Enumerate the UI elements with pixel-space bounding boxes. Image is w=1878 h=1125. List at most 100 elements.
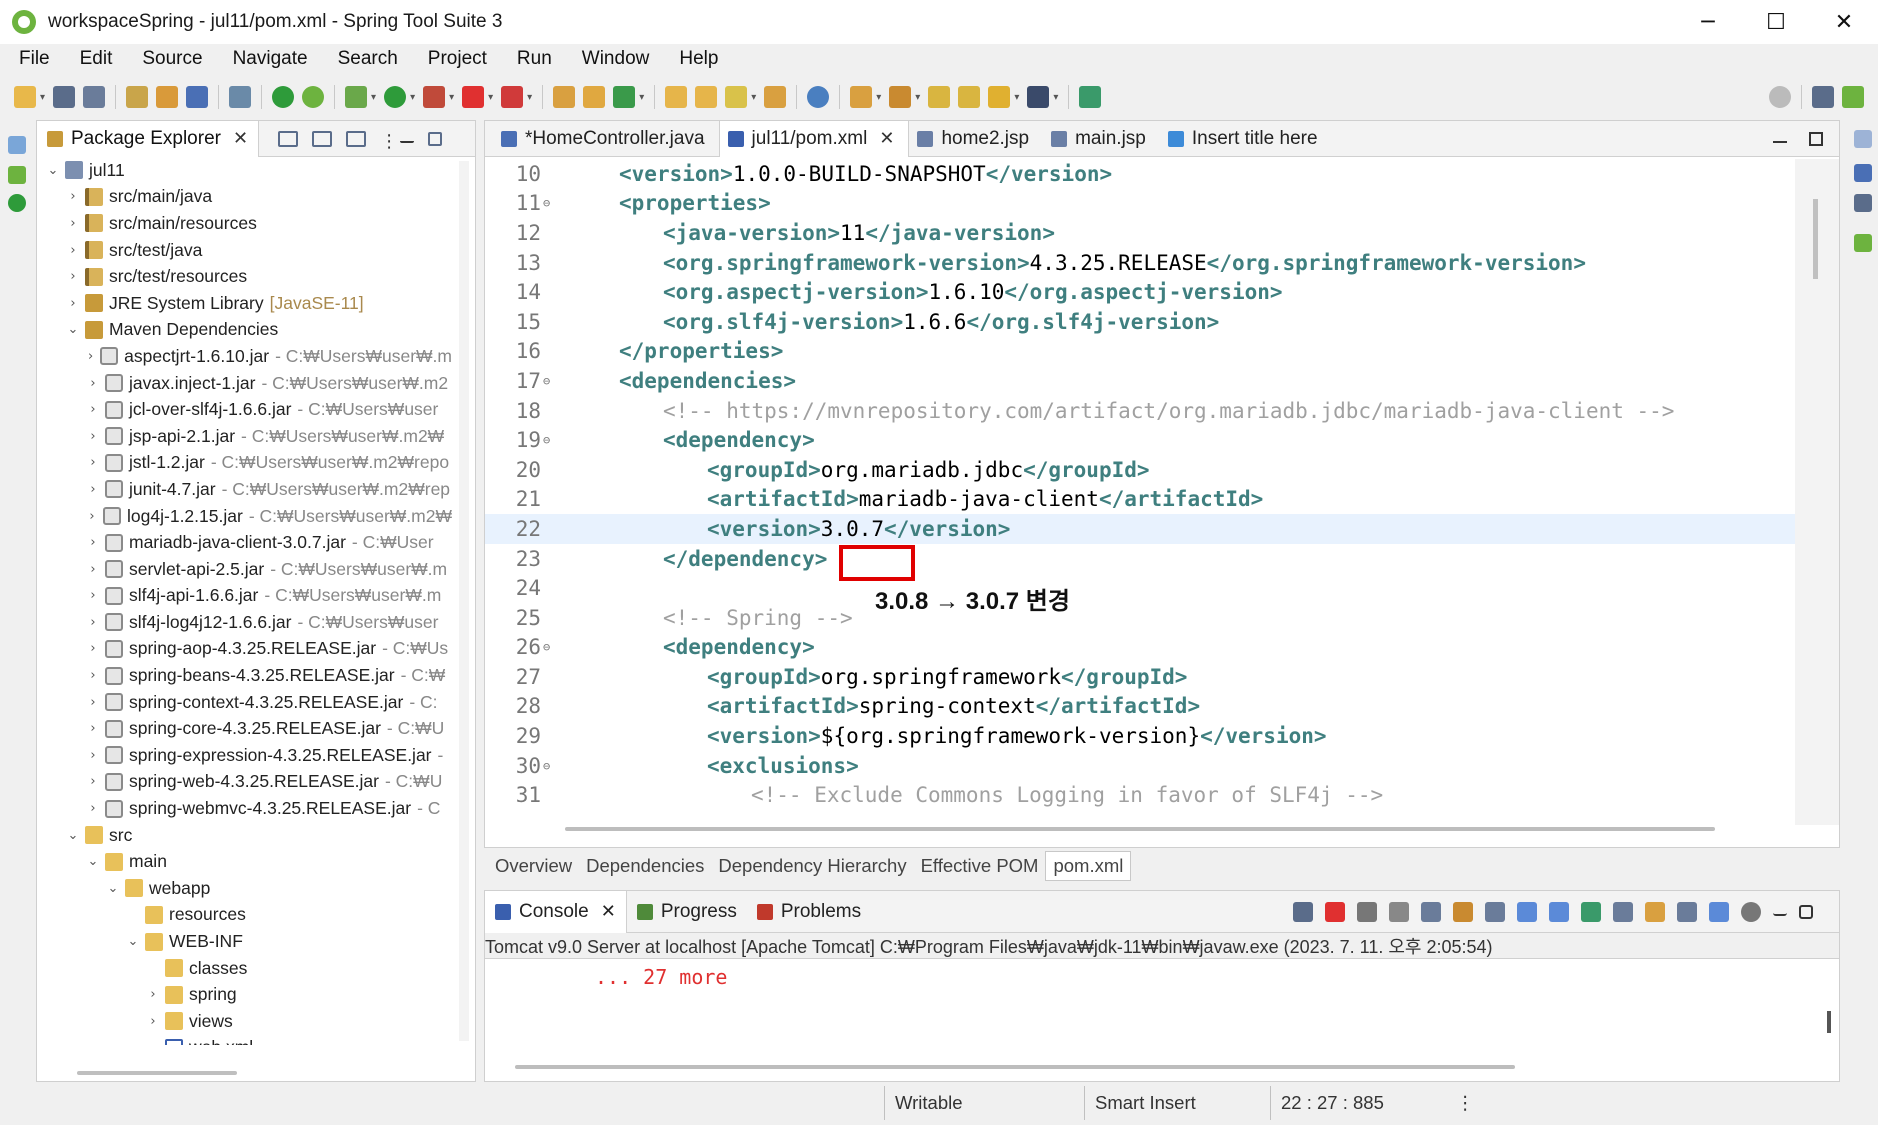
pin-console-icon[interactable] [1581,901,1601,922]
code-line[interactable]: 28 <artifactId>spring-context</artifactId… [485,692,1795,722]
tree-item[interactable]: ⌄ Maven Dependencies [37,317,452,344]
code-line[interactable]: 27 <groupId>org.springframework</groupId> [485,662,1795,692]
code-editor[interactable]: 10 <version>1.0.0-BUILD-SNAPSHOT</version… [485,159,1795,825]
code-line[interactable]: 19 ⊖ <dependency> [485,425,1795,455]
open-file-icon[interactable] [695,86,718,108]
close-window-button[interactable]: ✕ [1810,0,1878,44]
skip-breakpoints-icon[interactable] [229,86,252,108]
collapsed-chevron-icon[interactable]: › [85,562,101,577]
fold-toggle-icon[interactable]: ⊖ [543,433,555,447]
collapsed-chevron-icon[interactable]: › [85,482,101,497]
package-explorer-vertical-scrollbar[interactable] [459,161,469,1041]
search-icon[interactable] [1769,86,1791,108]
new-class-icon[interactable] [613,86,636,108]
tab-effective-pom[interactable]: Effective POM [914,851,1046,881]
tree-item[interactable]: web.xml [37,1035,452,1045]
maximize-view-icon[interactable] [428,131,443,146]
console-horizontal-scrollbar[interactable] [515,1065,1515,1069]
expanded-chevron-icon[interactable]: ⌄ [45,163,61,178]
open-folder-icon[interactable] [665,86,688,108]
collapsed-chevron-icon[interactable]: › [145,1014,161,1029]
terminal-icon[interactable] [186,86,209,108]
save-all-icon[interactable] [83,86,106,108]
new-icon[interactable] [14,86,36,108]
forward-edit-icon[interactable] [958,86,981,108]
tab-overview[interactable]: Overview [488,851,579,881]
outline-minimized-icon[interactable] [1854,164,1872,182]
expanded-chevron-icon[interactable]: ⌄ [65,322,81,337]
tree-item[interactable]: › servlet-api-2.5.jar - C:₩Users₩user₩.m [37,556,452,583]
back-arrow-icon[interactable] [988,86,1011,108]
servers-minimized-icon[interactable] [8,194,26,212]
external-dropdown-icon[interactable]: ▾ [449,92,454,103]
close-icon[interactable]: ✕ [601,901,616,922]
maximize-editor-icon[interactable] [1809,131,1823,146]
code-line[interactable]: 25 <!-- Spring --> [485,603,1795,633]
debug-dropdown-icon[interactable]: ▾ [371,92,376,103]
editor-tab[interactable]: *HomeController.java [493,121,719,157]
highlight-icon[interactable] [1709,901,1729,922]
tab-progress[interactable]: Progress [627,891,747,933]
status-more-icon[interactable]: ⋮ [1446,1086,1486,1120]
menu-project[interactable]: Project [413,48,502,70]
menu-navigate[interactable]: Navigate [218,48,323,70]
close-icon[interactable]: ✕ [233,128,248,149]
tree-item[interactable]: › slf4j-log4j12-1.6.6.jar - C:₩Users₩user [37,609,452,636]
task-list-minimized-icon[interactable] [1854,194,1872,212]
collapsed-chevron-icon[interactable]: › [85,641,101,656]
editor-tab[interactable]: main.jsp [1043,121,1160,157]
tab-package-explorer[interactable]: Package Explorer ✕ [37,120,260,157]
next-annotation-icon[interactable] [850,86,873,108]
collapsed-chevron-icon[interactable]: › [85,376,101,391]
tab-problems[interactable]: Problems [747,891,871,933]
copy-icon[interactable] [1677,901,1697,922]
collapsed-chevron-icon[interactable]: › [85,615,101,630]
collapsed-chevron-icon[interactable]: › [85,774,101,789]
tab-dependency-hierarchy[interactable]: Dependency Hierarchy [711,851,913,881]
debug-icon[interactable] [345,86,368,108]
expanded-chevron-icon[interactable]: ⌄ [125,934,141,949]
menu-window[interactable]: Window [567,48,665,70]
boot-dashboard-minimized-icon[interactable] [8,166,26,184]
editor-horizontal-scrollbar[interactable] [565,827,1715,831]
previous-annotation-icon[interactable] [889,86,912,108]
pen-icon[interactable] [725,86,748,108]
code-line[interactable]: 21 <artifactId>mariadb-java-client</artif… [485,485,1795,515]
code-line[interactable]: 13 <org.springframework-version>4.3.25.RE… [485,248,1795,278]
new-class-dropdown-icon[interactable]: ▾ [639,92,644,103]
minimize-view-icon[interactable] [400,135,415,143]
tree-item[interactable]: classes [37,955,452,982]
tree-item[interactable]: › src/main/java [37,184,452,211]
filter-icon[interactable] [346,130,367,147]
code-line[interactable]: 16 </properties> [485,337,1795,367]
spring-boot-dashboard-icon[interactable] [302,86,325,108]
expanded-chevron-icon[interactable]: ⌄ [85,854,101,869]
console-vertical-scrollbar[interactable] [1827,1011,1831,1033]
scroll-lock-icon[interactable] [1453,901,1473,922]
tree-item[interactable]: › spring [37,981,452,1008]
collapsed-chevron-icon[interactable]: › [85,748,101,763]
coverage-icon[interactable] [501,86,524,108]
editor-tab[interactable]: Insert title here [1160,121,1332,157]
terminate-icon[interactable] [1325,901,1345,922]
clear-console-icon[interactable] [1421,901,1441,922]
tree-item[interactable]: › log4j-1.2.15.jar - C:₩Users₩user₩.m2₩ [37,503,452,530]
tree-item[interactable]: › spring-expression-4.3.25.RELEASE.jar - [37,742,452,769]
link-with-editor-icon[interactable] [312,130,333,147]
tab-pom-xml[interactable]: pom.xml [1045,851,1132,881]
stop-dropdown-icon[interactable]: ▾ [488,92,493,103]
forward-dropdown-icon[interactable]: ▾ [1053,92,1058,103]
web-browser-icon[interactable] [807,86,830,108]
collapsed-chevron-icon[interactable]: › [85,349,96,364]
tree-item[interactable]: › spring-web-4.3.25.RELEASE.jar - C:₩U [37,769,452,796]
toggle-mark-icon[interactable] [764,86,787,108]
collapsed-chevron-icon[interactable]: › [85,801,101,816]
menu-run[interactable]: Run [502,48,567,70]
menu-search[interactable]: Search [323,48,413,70]
tree-item[interactable]: › slf4j-api-1.6.6.jar - C:₩Users₩user₩.m [37,583,452,610]
restart-icon[interactable] [1293,901,1313,922]
next-annotation-dropdown-icon[interactable]: ▾ [876,92,881,103]
collapse-all-icon[interactable] [278,130,299,147]
view-menu-icon[interactable]: ⋮ [380,131,398,152]
code-line[interactable]: 15 <org.slf4j-version>1.6.6</org.slf4j-ve… [485,307,1795,337]
